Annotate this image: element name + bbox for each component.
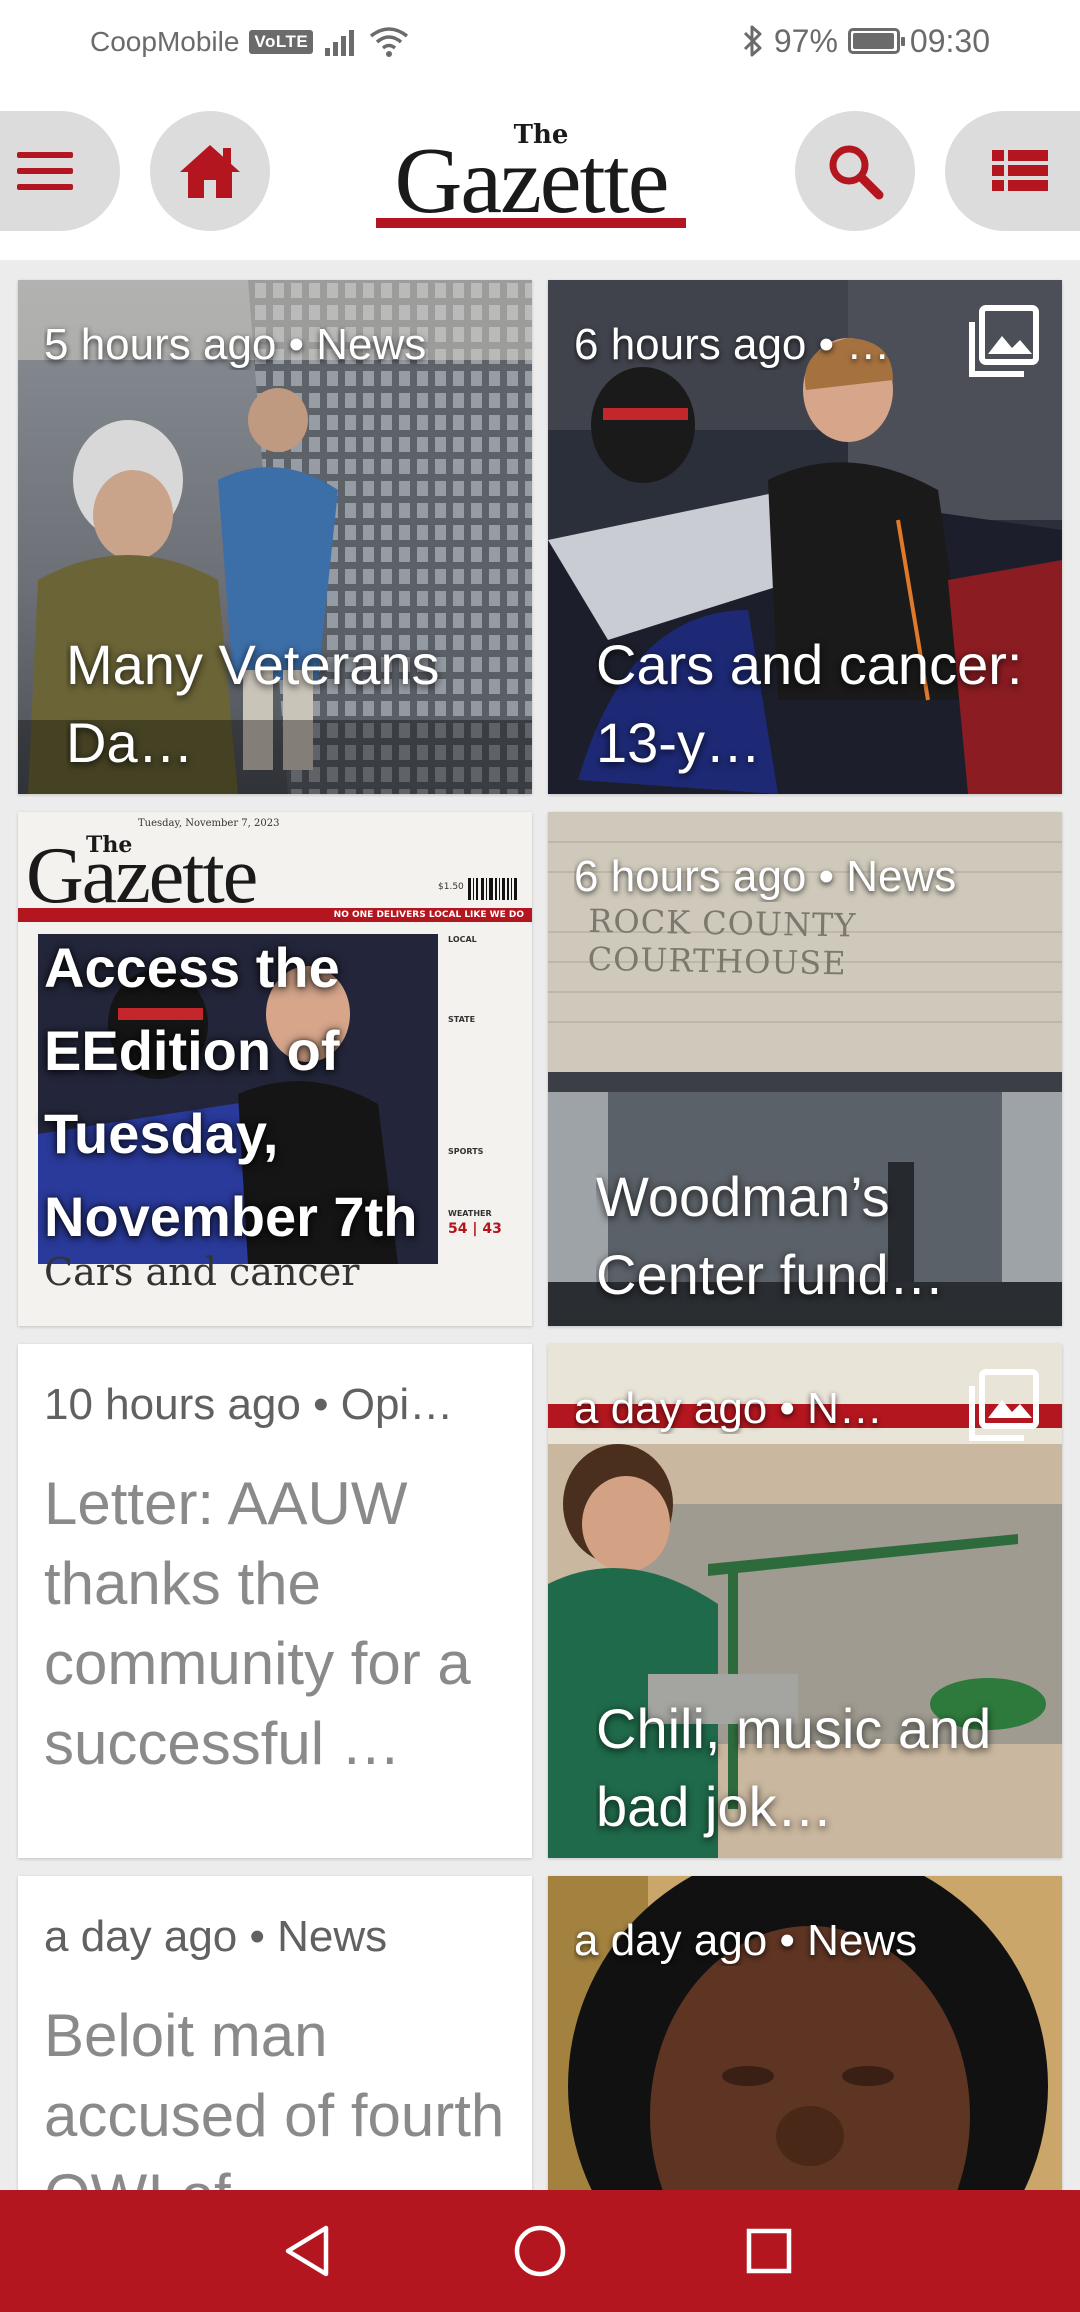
sections-button[interactable] [945, 111, 1080, 231]
home-circle-icon [514, 2225, 566, 2277]
battery-fill [852, 33, 894, 49]
article-card[interactable]: a day ago • N… Chili, music and bad jok… [548, 1344, 1062, 1858]
signal-icon [325, 30, 355, 56]
photo-gallery-icon [969, 305, 1039, 377]
list-icon [991, 150, 1048, 191]
article-card[interactable]: 6 hours ago • … Cars and cancer: 13-y… [548, 280, 1062, 794]
barcode-icon [468, 878, 517, 900]
home-icon [180, 145, 240, 198]
battery-icon [847, 28, 905, 54]
article-card[interactable]: 5 hours ago • News Many Veterans Da… [18, 280, 532, 794]
status-bar: CoopMobile VoLTE 97% 09:30 [0, 0, 1080, 82]
article-title: Chili, music and bad jok… [596, 1697, 992, 1838]
article-meta: 10 hours ago • Opi… [44, 1380, 454, 1429]
cover-date: Tuesday, November 7, 2023 [138, 818, 280, 829]
app-header: The Gazette [0, 82, 1080, 260]
system-nav-bar [0, 2190, 1080, 2312]
home-nav-button[interactable] [505, 2216, 575, 2286]
cover-masthead: Gazette [26, 832, 258, 920]
article-meta: a day ago • News [44, 1912, 388, 1961]
article-title: Letter: AAUW thanks the community for a … [44, 1470, 471, 1777]
clock: 09:30 [909, 22, 990, 59]
photo-gallery-icon [969, 1369, 1039, 1441]
logo-name: Gazette [394, 129, 669, 233]
search-icon [829, 145, 884, 200]
article-card[interactable]: a day ago • News Beloit man accused of f… [18, 1876, 532, 2190]
article-card[interactable]: 10 hours ago • Opi… Letter: AAUW thanks … [18, 1344, 532, 1858]
recents-button[interactable] [734, 2216, 804, 2286]
article-title: Beloit man accused of fourth OWI of… [44, 2002, 505, 2190]
wifi-icon [370, 27, 409, 57]
bluetooth-icon [743, 25, 762, 57]
article-meta: 6 hours ago • … [574, 320, 891, 369]
courthouse-sign: ROCK COUNTY COURTHOUSE [587, 901, 857, 983]
article-title: Cars and cancer: 13-y… [596, 633, 1023, 774]
article-meta: 6 hours ago • News [574, 852, 957, 901]
eedition-card[interactable]: Tuesday, November 7, 2023 The Gazette $1… [18, 812, 532, 1326]
logo-underline [376, 218, 686, 228]
recents-icon [746, 2228, 792, 2274]
cover-price: $1.50 [438, 882, 464, 892]
article-title: Many Veterans Da… [66, 633, 440, 774]
gazette-logo[interactable]: The Gazette [376, 120, 686, 228]
article-title: Woodman’s Center fund… [596, 1165, 945, 1306]
article-meta: 5 hours ago • News [44, 320, 427, 369]
menu-button[interactable] [0, 111, 120, 231]
search-button[interactable] [795, 111, 915, 231]
battery-percent: 97% [773, 22, 838, 59]
eedition-title: Access the EEdition of Tuesday, November… [44, 936, 418, 1248]
menu-icon [17, 152, 73, 190]
article-meta: a day ago • N… [574, 1384, 883, 1433]
back-icon [285, 2225, 329, 2277]
home-button[interactable] [150, 111, 270, 231]
news-feed: 5 hours ago • News Many Veterans Da… 6 h… [0, 260, 1080, 2190]
status-right: 97% 09:30 [742, 20, 990, 62]
cover-ribbon-text: No One Delivers Local Like We Do [333, 910, 524, 920]
article-card[interactable]: ROCK COUNTY COURTHOUSE 6 hours ago • New… [548, 812, 1062, 1326]
volte-badge: VoLTE [249, 30, 314, 54]
back-button[interactable] [272, 2216, 342, 2286]
article-card[interactable]: a day ago • News [548, 1876, 1062, 2190]
status-left: CoopMobile VoLTE [90, 22, 409, 62]
article-meta: a day ago • News [574, 1916, 918, 1965]
carrier-name: CoopMobile [90, 26, 240, 57]
